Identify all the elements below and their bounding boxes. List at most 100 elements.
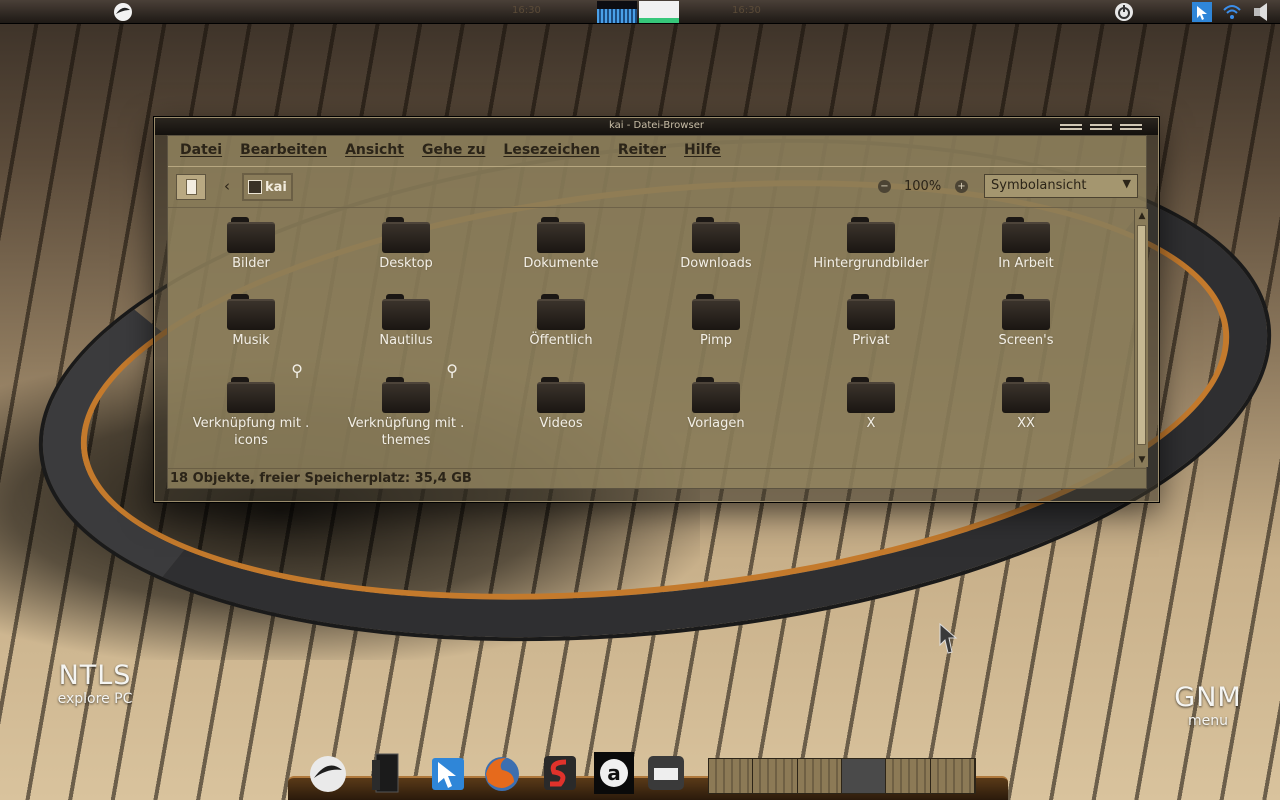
zoom-out-button[interactable]: − <box>878 180 891 193</box>
folder-item[interactable]: Videos <box>486 377 636 432</box>
folder-icon: ⚲ <box>382 361 458 413</box>
folder-icon <box>1002 294 1050 330</box>
folder-label: Desktop <box>379 256 433 271</box>
back-arrow-icon[interactable]: ‹ <box>224 177 230 195</box>
firefox-icon[interactable] <box>480 752 524 794</box>
menu-bearbeiten[interactable]: Bearbeiten <box>240 142 327 158</box>
audio-icon[interactable] <box>1252 2 1272 22</box>
zoom-in-button[interactable]: + <box>955 180 968 193</box>
ntls-subtitle: explore PC <box>57 691 133 707</box>
link-emblem-icon: ⚲ <box>291 361 303 380</box>
workspace-2[interactable] <box>753 759 798 793</box>
folder-label: In Arbeit <box>998 256 1054 271</box>
folder-label: Dokumente <box>523 256 599 271</box>
folder-item[interactable]: Vorlagen <box>641 377 791 432</box>
scroll-down-icon[interactable]: ▼ <box>1136 454 1148 466</box>
folder-label: Öffentlich <box>529 333 593 348</box>
power-icon[interactable] <box>1114 2 1134 22</box>
cursor-app-icon[interactable] <box>426 752 470 794</box>
cursor-app-icon[interactable] <box>1192 2 1212 22</box>
folder-icon <box>537 294 585 330</box>
folder-item[interactable]: Downloads <box>641 217 791 272</box>
folder-icon <box>847 294 895 330</box>
scrollbar-thumb[interactable] <box>1137 225 1146 445</box>
folder-icon <box>537 377 585 413</box>
folder-icon: ⚲ <box>227 361 303 413</box>
cpu-graph[interactable] <box>597 1 637 23</box>
breadcrumb-home[interactable]: kai <box>242 173 293 201</box>
edit-location-button[interactable] <box>176 174 206 200</box>
folder-item[interactable]: In Arbeit <box>951 217 1101 272</box>
minimize-button[interactable] <box>1060 124 1082 130</box>
wifi-icon[interactable] <box>1222 2 1242 22</box>
folder-label: Musik <box>232 333 270 348</box>
workspace-switcher[interactable] <box>708 758 976 794</box>
folder-item[interactable]: Privat <box>796 294 946 349</box>
ntls-launcher[interactable]: NTLS explore PC <box>40 660 150 707</box>
folder-item[interactable]: XX <box>951 377 1101 432</box>
clock-left[interactable]: 16:30 <box>512 5 541 16</box>
menu-hilfe[interactable]: Hilfe <box>684 142 721 158</box>
svg-text:a: a <box>607 761 621 785</box>
system-logo-icon[interactable] <box>112 2 134 22</box>
window-titlebar[interactable]: kai - Datei-Browser <box>155 118 1158 135</box>
folder-icon <box>1002 217 1050 253</box>
folder-item[interactable]: Dokumente <box>486 217 636 272</box>
folder-item[interactable]: ⚲ Verknüpfung mit . themes <box>331 361 481 449</box>
folder-icon <box>847 377 895 413</box>
folder-item[interactable]: X <box>796 377 946 432</box>
toolbar: ‹ kai − 100% + Symbolansicht ▼ <box>168 166 1146 208</box>
folder-icon <box>537 217 585 253</box>
maximize-button[interactable] <box>1090 124 1112 130</box>
folder-icon <box>227 294 275 330</box>
folder-label: Verknüpfung mit . icons <box>192 416 310 448</box>
menu-gehe-zu[interactable]: Gehe zu <box>422 142 485 158</box>
folder-item[interactable]: Pimp <box>641 294 791 349</box>
folder-label: X <box>866 416 876 431</box>
menu-lesezeichen[interactable]: Lesezeichen <box>503 142 599 158</box>
scroll-up-icon[interactable]: ▲ <box>1136 210 1148 222</box>
memory-graph[interactable] <box>639 1 679 23</box>
breadcrumb-label: kai <box>265 179 287 195</box>
chevron-down-icon: ▼ <box>1122 177 1131 190</box>
gnm-menu-launcher[interactable]: GNM menu <box>1158 682 1258 729</box>
folder-item[interactable]: Desktop <box>331 217 481 272</box>
menubar: Datei Bearbeiten Ansicht Gehe zu Lesezei… <box>168 136 1146 164</box>
menu-ansicht[interactable]: Ansicht <box>345 142 404 158</box>
close-button[interactable] <box>1120 124 1142 130</box>
amazon-icon[interactable]: a <box>592 752 636 794</box>
folder-item[interactable]: Nautilus <box>331 294 481 349</box>
workspace-4[interactable] <box>841 759 887 793</box>
folder-item[interactable]: Musik <box>176 294 326 349</box>
folder-icon <box>382 294 430 330</box>
folder-item[interactable]: ⚲ Verknüpfung mit . icons <box>176 361 326 449</box>
bookmark-icon[interactable] <box>364 752 408 794</box>
folder-icon <box>692 217 740 253</box>
folder-item[interactable]: Bilder <box>176 217 326 272</box>
folder-label: Nautilus <box>379 333 433 348</box>
menu-reiter[interactable]: Reiter <box>618 142 666 158</box>
view-mode-select[interactable]: Symbolansicht ▼ <box>984 174 1138 198</box>
top-panel: 16:30 16:30 <box>0 0 1280 24</box>
gnm-title: GNM <box>1174 682 1242 713</box>
folder-icon <box>1002 377 1050 413</box>
folder-icon <box>692 377 740 413</box>
workspace-6[interactable] <box>930 759 975 793</box>
folder-label: Privat <box>852 333 890 348</box>
menu-datei[interactable]: Datei <box>180 142 222 158</box>
scribus-icon[interactable] <box>538 752 582 794</box>
workspace-5[interactable] <box>886 759 931 793</box>
ubuntu-logo-icon[interactable] <box>306 752 350 794</box>
workspace-1[interactable] <box>709 759 754 793</box>
folder-item[interactable]: Screen's <box>951 294 1101 349</box>
vertical-scrollbar[interactable]: ▲ ▼ <box>1134 209 1148 467</box>
status-bar: 18 Objekte, freier Speicherplatz: 35,4 G… <box>168 468 1146 489</box>
view-mode-value: Symbolansicht <box>991 178 1087 193</box>
clock-right[interactable]: 16:30 <box>732 5 761 16</box>
folder-label: XX <box>1017 416 1035 431</box>
folder-item[interactable]: Öffentlich <box>486 294 636 349</box>
folder-item[interactable]: Hintergrundbilder <box>796 217 946 272</box>
workspace-3[interactable] <box>797 759 842 793</box>
drive-icon[interactable] <box>644 752 688 794</box>
folder-icon <box>847 217 895 253</box>
